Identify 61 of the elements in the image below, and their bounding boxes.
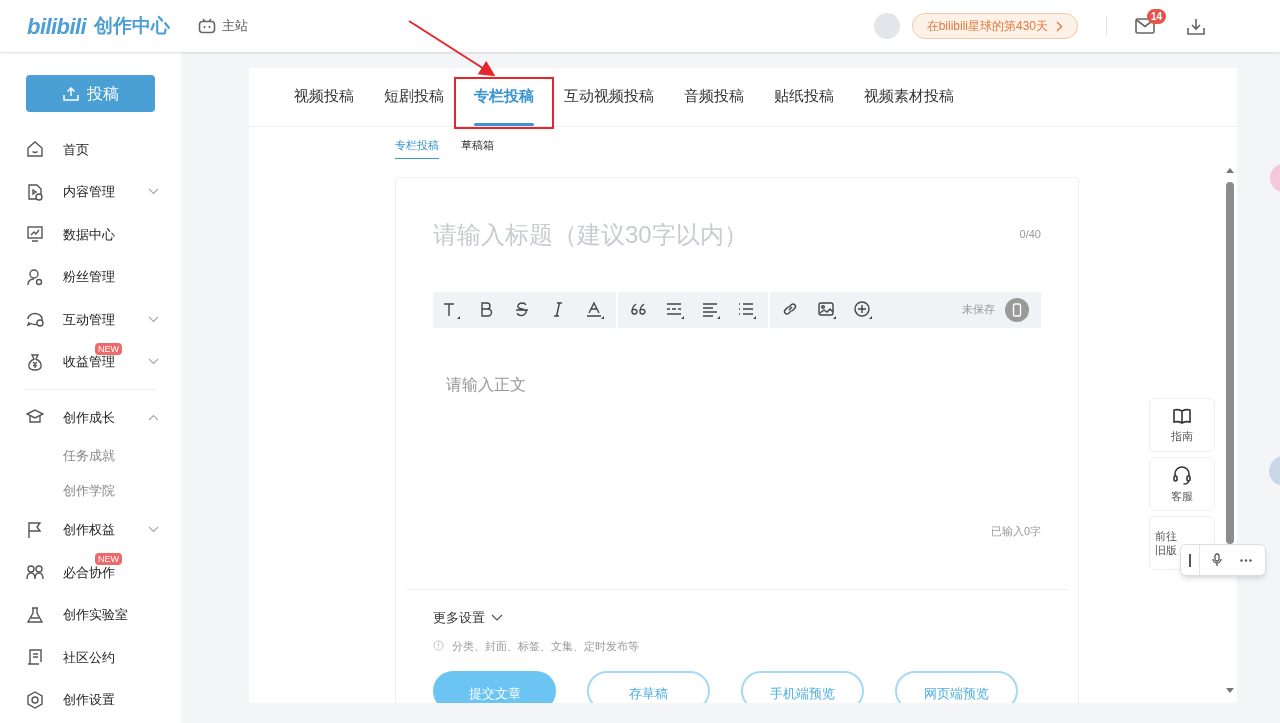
sidebar-item[interactable]: 社区公约 bbox=[0, 636, 181, 679]
new-badge: NEW bbox=[95, 553, 122, 565]
chat-icon bbox=[26, 310, 44, 329]
download-icon[interactable] bbox=[1187, 17, 1205, 35]
flag-icon bbox=[26, 520, 44, 539]
subtab[interactable]: 草稿箱 bbox=[461, 137, 494, 159]
phone-preview-icon[interactable] bbox=[1005, 297, 1029, 322]
title-counter: 0/40 bbox=[1019, 227, 1041, 243]
money-icon bbox=[26, 352, 44, 371]
mail-icon[interactable] bbox=[1135, 18, 1155, 34]
sidebar-item[interactable]: 创作设置 bbox=[0, 678, 181, 721]
sidebar-item[interactable]: 数据中心 bbox=[0, 213, 181, 256]
more-icon[interactable] bbox=[1240, 558, 1252, 562]
sidebar-item[interactable]: 粉丝管理 bbox=[0, 255, 181, 298]
tab[interactable]: 短剧投稿 bbox=[372, 68, 456, 126]
add-icon[interactable] bbox=[853, 299, 873, 320]
sidebar-item[interactable]: 互动管理 bbox=[0, 298, 181, 341]
sidebar-item[interactable]: 创作实验室 bbox=[0, 593, 181, 636]
scroll-down-icon[interactable] bbox=[1225, 687, 1235, 695]
notification-count: 14 bbox=[1147, 9, 1167, 24]
side-button[interactable]: 指南 bbox=[1149, 398, 1215, 452]
word-count: 已输入0字 bbox=[990, 523, 1041, 539]
sidebar-item[interactable]: NEW 必合协作 bbox=[0, 551, 181, 594]
headset-icon bbox=[1172, 465, 1192, 485]
logo-title: 创作中心 bbox=[94, 13, 171, 38]
subtab[interactable]: 专栏投稿 bbox=[395, 137, 439, 159]
info-icon bbox=[433, 640, 444, 652]
text-color-icon[interactable] bbox=[585, 299, 605, 320]
settings-hint: 分类、封面、标签、文集、定时发布等 bbox=[452, 638, 639, 654]
sidebar-item[interactable]: 创作成长 bbox=[0, 396, 181, 439]
tab[interactable]: 视频投稿 bbox=[282, 68, 366, 126]
sidebar-item[interactable]: 内容管理 bbox=[0, 170, 181, 213]
new-badge: NEW bbox=[95, 342, 122, 355]
upload-icon bbox=[62, 86, 79, 101]
scroll-up-icon[interactable] bbox=[1225, 166, 1235, 174]
microphone-icon[interactable] bbox=[1212, 553, 1222, 567]
tab[interactable]: 贴纸投稿 bbox=[762, 68, 846, 126]
sidebar-item[interactable]: 首页 bbox=[0, 128, 181, 171]
sidebar-item[interactable]: 创作权益 bbox=[0, 508, 181, 551]
scroll-icon bbox=[26, 648, 44, 667]
home-icon bbox=[26, 140, 44, 159]
tab[interactable]: 互动视频投稿 bbox=[552, 68, 666, 126]
main-site-link[interactable]: 主站 bbox=[198, 16, 249, 36]
save-status: 未保存 bbox=[962, 302, 995, 318]
side-button[interactable]: 客服 bbox=[1149, 457, 1215, 511]
more-settings-toggle[interactable]: 更多设置 bbox=[433, 608, 503, 628]
scrollbar-thumb[interactable] bbox=[1226, 182, 1234, 544]
tv-icon bbox=[198, 18, 217, 34]
chevron-right-icon bbox=[1056, 20, 1063, 32]
sidebar-item[interactable]: NEW 收益管理 bbox=[0, 340, 181, 383]
people-icon bbox=[26, 563, 44, 582]
chevron-down-icon bbox=[491, 614, 503, 622]
image-icon[interactable] bbox=[817, 299, 837, 320]
settings-icon bbox=[26, 690, 44, 709]
cursor-icon[interactable] bbox=[1189, 553, 1191, 567]
book-icon bbox=[1172, 407, 1192, 425]
tab[interactable]: 音频投稿 bbox=[672, 68, 756, 126]
sidebar-subitem[interactable]: 任务成就 bbox=[0, 438, 181, 474]
tab[interactable]: 视频素材投稿 bbox=[852, 68, 966, 126]
flask-icon bbox=[26, 605, 44, 624]
sidebar-subitem[interactable]: 创作学院 bbox=[0, 473, 181, 509]
